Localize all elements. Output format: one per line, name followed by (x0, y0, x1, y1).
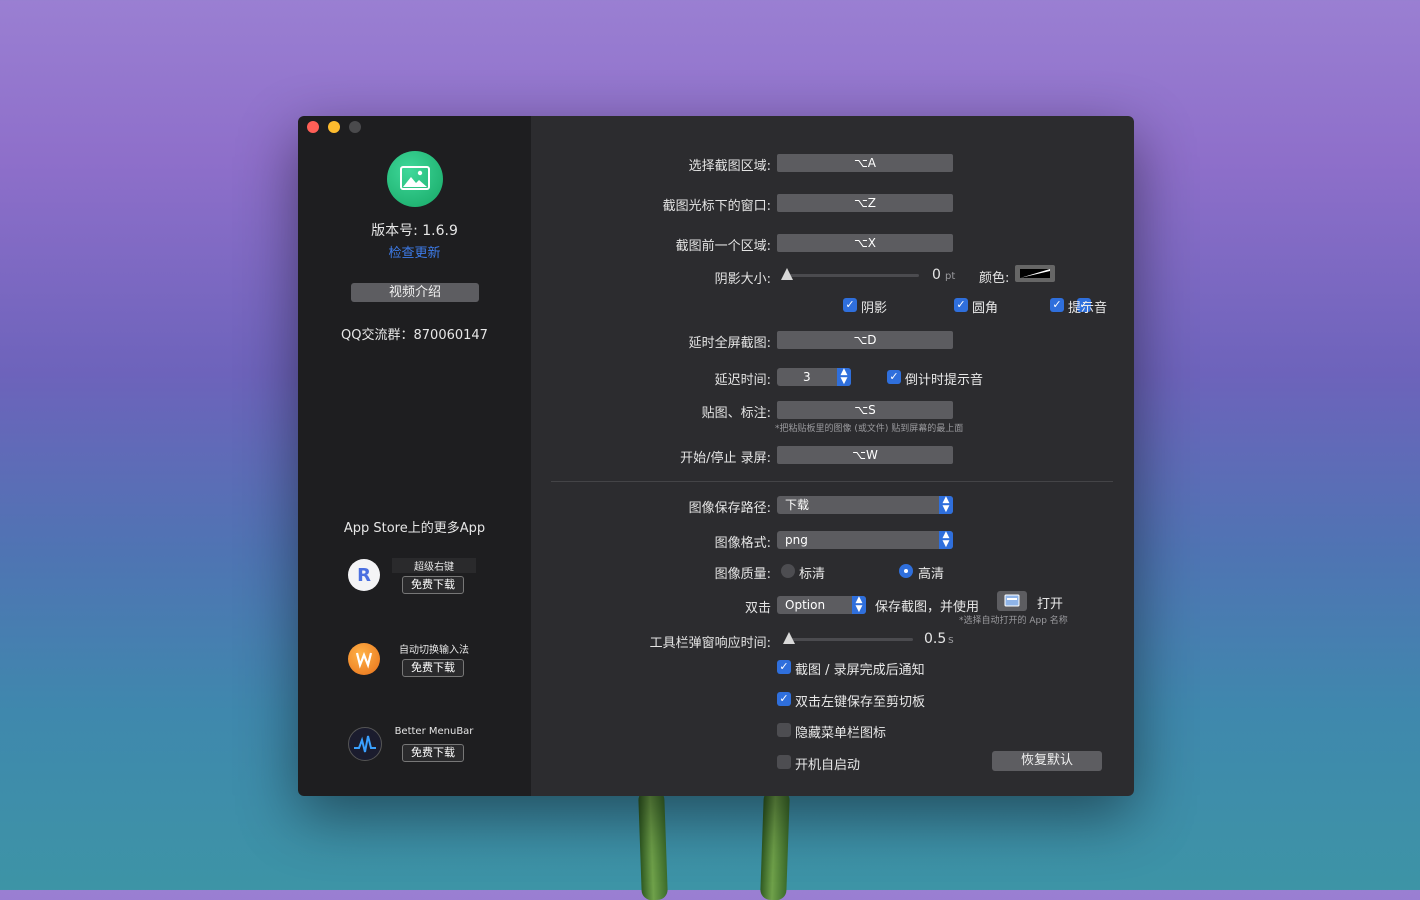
shadow-color-label: 颜色: (979, 271, 1010, 286)
check-update-link[interactable]: 检查更新 (298, 242, 531, 261)
alert-sound-label: 提示音 (1068, 301, 1108, 316)
window-under-cursor-shortcut-field[interactable]: ⌥Z (777, 194, 953, 212)
copy-clipboard-checkbox[interactable]: ✓ (777, 692, 791, 706)
quality-label: 图像质量: (714, 567, 771, 582)
toolbar-delay-unit: s (948, 633, 954, 646)
countdown-sound-checkbox[interactable]: ✓ (887, 370, 901, 384)
hide-menubar-icon-checkbox[interactable] (777, 723, 791, 737)
promo-name: 超级右键 (392, 558, 476, 573)
format-value: png (785, 533, 808, 547)
toolbar-delay-label: 工具栏弹窗响应时间: (649, 636, 771, 651)
quality-standard-radio[interactable] (781, 564, 795, 578)
app-picker-icon (1004, 594, 1020, 607)
hide-menubar-icon-label: 隐藏菜单栏图标 (795, 726, 887, 741)
stepper-arrows-icon[interactable]: ▲ ▼ (837, 368, 851, 386)
previous-area-shortcut-field[interactable]: ⌥X (777, 234, 953, 252)
format-label: 图像格式: (714, 536, 771, 551)
double-click-hint: *选择自动打开的 App 名称 (959, 616, 1068, 626)
plant-stem (760, 789, 790, 900)
double-click-key-value: Option (785, 598, 826, 612)
plant-stem (638, 789, 668, 900)
app-window: 版本号: 1.6.9 检查更新 视频介绍 QQ交流群：870060147 App… (298, 116, 1134, 796)
menubar-icon (348, 727, 382, 761)
alert-sound-checkbox[interactable]: ✓ (1050, 298, 1064, 312)
more-apps-title: App Store上的更多App (343, 521, 486, 536)
quality-high-radio[interactable] (899, 564, 913, 578)
shadow-size-slider-track[interactable] (785, 274, 919, 277)
r-icon: R (348, 559, 380, 591)
delay-fullscreen-label: 延时全屏截图: (688, 336, 771, 351)
minimize-window-button[interactable] (328, 121, 340, 133)
double-click-label: 双击 (744, 601, 771, 616)
record-label: 开始/停止 录屏: (680, 451, 771, 466)
qq-group-label: QQ交流群：870060147 (341, 328, 488, 343)
shadow-size-unit: pt (945, 271, 956, 282)
chevron-updown-icon[interactable]: ▲ ▼ (939, 496, 953, 514)
toolbar-delay-slider-thumb[interactable] (783, 632, 795, 644)
shadow-size-value: 0 (932, 267, 941, 283)
shadow-color-well[interactable] (1015, 265, 1055, 282)
promo-name: 自动切换输入法 (399, 645, 469, 656)
quality-high-label: 高清 (918, 567, 945, 582)
select-area-label: 选择截图区域: (688, 159, 771, 174)
countdown-sound-label: 倒计时提示音 (905, 373, 984, 388)
launch-at-login-label: 开机自启动 (795, 758, 861, 773)
delay-fullscreen-shortcut-field[interactable]: ⌥D (777, 331, 953, 349)
restore-default-button[interactable]: 恢复默认 (992, 751, 1102, 771)
chevron-updown-icon[interactable]: ▲ ▼ (939, 531, 953, 549)
delay-time-value: 3 (803, 370, 811, 384)
delay-time-label: 延迟时间: (714, 373, 771, 388)
chevron-updown-icon[interactable]: ▲ ▼ (852, 596, 866, 614)
promo-name: Better MenuBar (394, 726, 474, 737)
zoom-window-button[interactable] (349, 121, 361, 133)
shadow-size-label: 阴影大小: (714, 272, 771, 287)
save-path-select[interactable]: 下载 ▲ ▼ (777, 496, 953, 514)
app-logo-icon (387, 151, 443, 207)
rounded-corner-label: 圆角 (972, 301, 999, 316)
paste-annotate-hint: *把粘贴板里的图像 (或文件) 贴到屏幕的最上面 (775, 424, 964, 434)
sidebar: 版本号: 1.6.9 检查更新 视频介绍 QQ交流群：870060147 App… (298, 116, 531, 796)
close-window-button[interactable] (307, 121, 319, 133)
free-download-button[interactable]: 免费下载 (402, 576, 464, 594)
double-click-action-text: 打开 (1037, 597, 1064, 612)
paste-annotate-label: 贴图、标注: (701, 406, 771, 421)
input-method-icon (348, 643, 380, 675)
double-click-key-select[interactable]: Option ▲ ▼ (777, 596, 866, 614)
free-download-button[interactable]: 免费下载 (402, 659, 464, 677)
select-area-shortcut-field[interactable]: ⌥A (777, 154, 953, 172)
quality-standard-label: 标清 (799, 567, 826, 582)
toolbar-delay-value: 0.5 (924, 631, 947, 647)
svg-text:R: R (357, 565, 371, 586)
delay-time-stepper[interactable]: 3 ▲ ▼ (777, 368, 851, 386)
shadow-toggle-label: 阴影 (861, 301, 888, 316)
window-under-cursor-label: 截图光标下的窗口: (662, 199, 771, 214)
section-divider (551, 481, 1113, 482)
paste-annotate-shortcut-field[interactable]: ⌥S (777, 401, 953, 419)
toolbar-delay-slider-track[interactable] (787, 638, 913, 641)
previous-area-label: 截图前一个区域: (675, 239, 771, 254)
record-shortcut-field[interactable]: ⌥W (777, 446, 953, 464)
notify-checkbox[interactable]: ✓ (777, 660, 791, 674)
save-path-label: 图像保存路径: (688, 501, 771, 516)
shadow-toggle-checkbox[interactable]: ✓ (843, 298, 857, 312)
format-select[interactable]: png ▲ ▼ (777, 531, 953, 549)
settings-panel: 选择截图区域: ⌥A 截图光标下的窗口: ⌥Z 截图前一个区域: ⌥X 阴影大小… (531, 116, 1134, 796)
free-download-button[interactable]: 免费下载 (402, 744, 464, 762)
launch-at-login-checkbox[interactable] (777, 755, 791, 769)
shadow-size-slider-thumb[interactable] (781, 268, 793, 280)
notify-label: 截图 / 录屏完成后通知 (795, 663, 925, 678)
save-path-value: 下载 (785, 498, 810, 512)
copy-clipboard-label: 双击左键保存至剪切板 (795, 695, 926, 710)
rounded-corner-toggle-checkbox[interactable]: ✓ (954, 298, 968, 312)
video-intro-button[interactable]: 视频介绍 (351, 283, 479, 302)
version-label: 版本号: 1.6.9 (371, 223, 458, 239)
open-app-picker-button[interactable] (997, 591, 1027, 611)
